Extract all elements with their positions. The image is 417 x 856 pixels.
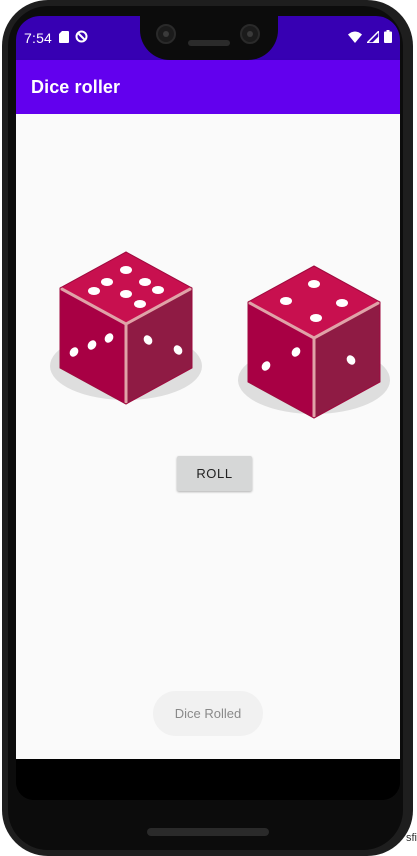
status-time: 7:54 <box>24 30 53 46</box>
pip <box>280 297 292 305</box>
dice-right <box>238 265 390 419</box>
app-title: Dice roller <box>31 77 121 97</box>
side-text: sfi <box>406 832 417 844</box>
pip <box>308 280 320 288</box>
do-not-disturb-icon <box>75 30 88 43</box>
speaker-grille <box>188 40 230 46</box>
dice-left <box>50 251 202 405</box>
navigation-bar <box>16 759 400 800</box>
status-icons-left <box>59 30 88 43</box>
device-frame: 7:54 Dice roller ROLL Dice Rolled sfi <box>0 0 417 856</box>
camera-icon <box>240 24 260 44</box>
pip <box>336 299 348 307</box>
pip <box>101 278 113 286</box>
notch <box>140 16 278 60</box>
home-indicator <box>147 828 269 836</box>
pip <box>310 314 322 322</box>
pip <box>120 290 132 298</box>
pip <box>120 266 132 274</box>
status-icons-right <box>348 30 392 43</box>
sd-card-icon <box>59 30 69 43</box>
main-content: ROLL Dice Rolled <box>16 114 400 759</box>
toast: Dice Rolled <box>153 691 263 736</box>
camera-icon <box>156 24 176 44</box>
screen: 7:54 Dice roller ROLL Dice Rolled <box>16 16 400 800</box>
app-bar: Dice roller <box>16 60 400 114</box>
pip <box>139 278 151 286</box>
roll-button[interactable]: ROLL <box>177 456 252 491</box>
wifi-icon <box>348 31 362 43</box>
signal-icon <box>367 30 379 43</box>
pip <box>134 300 146 308</box>
battery-icon <box>384 30 392 43</box>
pip <box>88 287 100 295</box>
toast-message: Dice Rolled <box>174 706 242 721</box>
pip <box>152 286 164 294</box>
